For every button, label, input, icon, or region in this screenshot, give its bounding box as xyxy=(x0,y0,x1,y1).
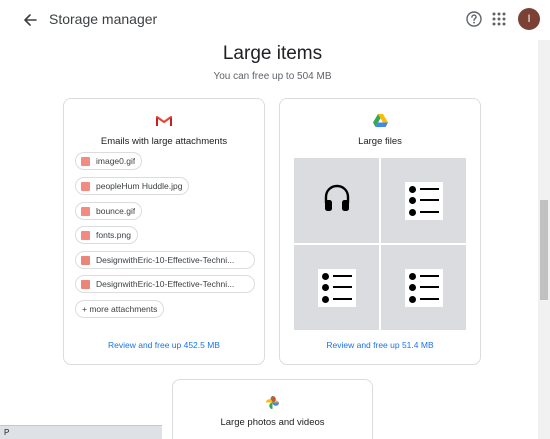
file-thumbnail[interactable] xyxy=(294,158,379,243)
attachment-name: peopleHum Huddle.jpg xyxy=(96,181,183,191)
scrollbar-thumb[interactable] xyxy=(540,200,548,300)
account-avatar[interactable]: I xyxy=(518,8,540,30)
apps-grid-icon[interactable] xyxy=(492,12,506,26)
attachment-name: bounce.gif xyxy=(96,206,136,216)
browser-status-bar: P xyxy=(0,425,162,439)
page-scrollbar[interactable] xyxy=(538,40,550,439)
attachment-chip[interactable]: image0.gif xyxy=(75,152,143,170)
google-photos-icon xyxy=(173,395,372,410)
attachment-chip[interactable]: peopleHum Huddle.jpg xyxy=(75,177,190,195)
file-thumbnail[interactable] xyxy=(381,245,466,330)
photos-card-label: Large photos and videos xyxy=(220,417,325,428)
help-icon[interactable] xyxy=(465,10,483,28)
review-emails-link[interactable]: Review and free up 452.5 MB xyxy=(64,340,264,350)
review-files-link[interactable]: Review and free up 51.4 MB xyxy=(280,340,480,350)
image-file-icon xyxy=(81,206,90,216)
section-title: Large items xyxy=(222,43,323,64)
image-file-icon xyxy=(81,156,90,166)
attachment-chip[interactable]: bounce.gif xyxy=(75,202,143,220)
pdf-file-icon xyxy=(81,279,90,289)
attachment-name: DesignwithEric-10-Effective-Techni... xyxy=(96,255,235,265)
google-drive-icon xyxy=(280,114,480,128)
email-attachments-card: Emails with large attachments image0.gif… xyxy=(63,98,265,365)
large-photos-card: Large photos and videos xyxy=(172,379,373,439)
back-arrow-icon[interactable] xyxy=(18,9,42,31)
attachment-name: image0.gif xyxy=(96,156,136,166)
attachment-name: DesignwithEric-10-Effective-Techni... xyxy=(96,279,235,289)
file-thumbnail[interactable] xyxy=(381,158,466,243)
attachment-chip[interactable]: DesignwithEric-10-Effective-Techni... xyxy=(75,251,255,269)
document-list-icon xyxy=(404,268,443,307)
pdf-file-icon xyxy=(81,255,90,265)
files-thumbnail-grid xyxy=(294,158,466,330)
files-card-label: Large files xyxy=(358,136,402,147)
attachment-chip[interactable]: fonts.png xyxy=(75,226,138,244)
document-list-icon xyxy=(404,181,443,220)
image-file-icon xyxy=(81,230,90,240)
app-header: Storage manager I xyxy=(0,0,550,40)
document-list-icon xyxy=(317,268,356,307)
section-subtitle: You can free up to 504 MB xyxy=(213,71,332,82)
large-files-card: Large files Review and free up 51.4 MB xyxy=(279,98,481,365)
page-title: Storage manager xyxy=(49,11,158,27)
more-attachments-button[interactable]: + more attachments xyxy=(75,300,165,318)
headphones-icon xyxy=(323,183,351,218)
attachment-name: fonts.png xyxy=(96,230,131,240)
email-card-label: Emails with large attachments xyxy=(100,136,228,147)
attachment-chip[interactable]: DesignwithEric-10-Effective-Techni... xyxy=(75,275,255,293)
file-thumbnail[interactable] xyxy=(294,245,379,330)
gmail-icon xyxy=(64,114,264,128)
image-file-icon xyxy=(81,181,90,191)
